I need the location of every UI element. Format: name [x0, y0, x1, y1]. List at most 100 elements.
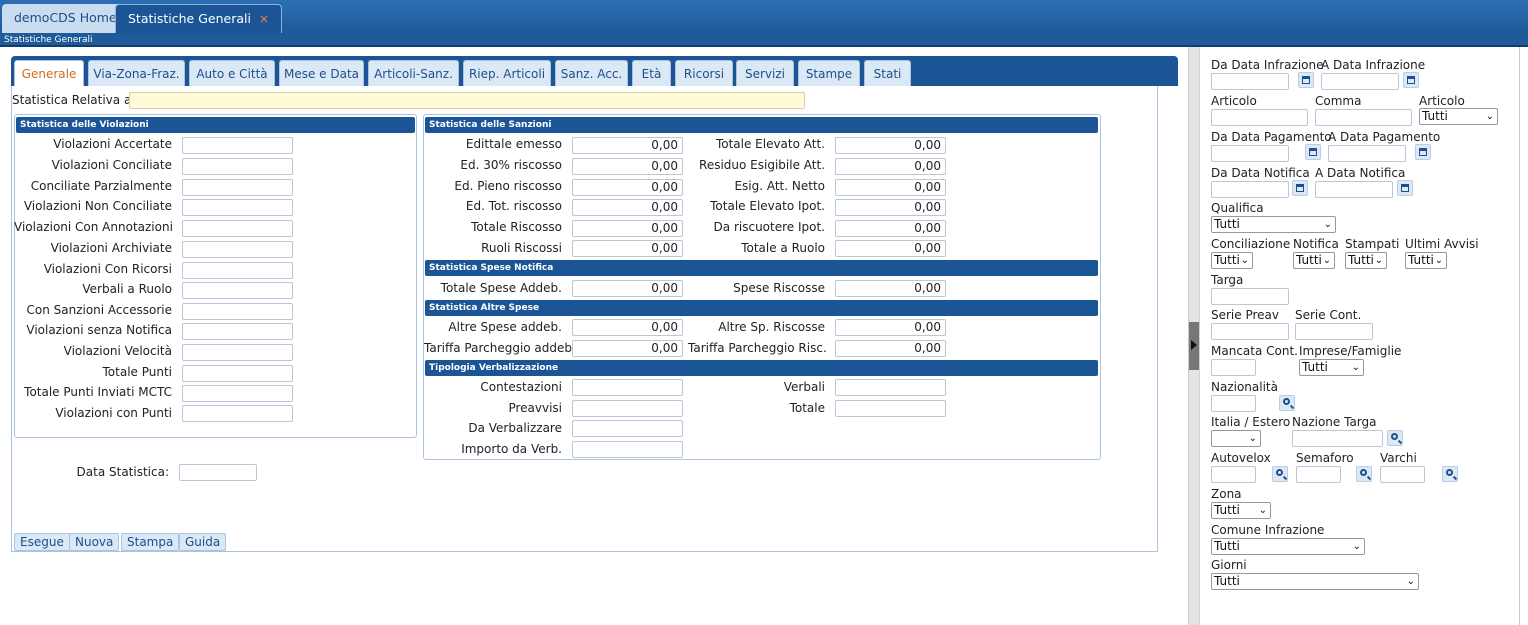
tab-generale[interactable]: Generale: [14, 60, 84, 86]
search-icon[interactable]: [1442, 466, 1458, 482]
tab-mese-e-data[interactable]: Mese e Data: [279, 60, 364, 86]
da-data-infrazione-input[interactable]: [1211, 73, 1289, 90]
sanzioni-field[interactable]: 0,00: [835, 179, 946, 196]
sanzioni-field[interactable]: 0,00: [572, 137, 683, 154]
mancata-cont-input[interactable]: [1211, 359, 1256, 376]
tab-articoli-sanz[interactable]: Articoli-Sanz.: [368, 60, 459, 86]
tab-servizi[interactable]: Servizi: [736, 60, 794, 86]
tipologia-field[interactable]: [572, 379, 683, 396]
spese-notifica-field[interactable]: 0,00: [572, 280, 683, 297]
violazioni-field[interactable]: [182, 303, 293, 320]
qualifica-select[interactable]: Tutti ⌄: [1211, 216, 1336, 233]
autovelox-input[interactable]: [1211, 466, 1256, 483]
giorni-select[interactable]: Tutti ⌄: [1211, 573, 1419, 590]
tab-stampe[interactable]: Stampe: [798, 60, 860, 86]
violazioni-field[interactable]: [182, 262, 293, 279]
expand-arrow-icon[interactable]: [1191, 340, 1197, 350]
data-statistica-field[interactable]: [179, 464, 257, 481]
stampati-select[interactable]: Tutti ⌄: [1345, 252, 1387, 269]
calendar-icon[interactable]: [1305, 144, 1321, 160]
violazioni-field[interactable]: [182, 385, 293, 402]
altre-spese-field[interactable]: 0,00: [835, 340, 946, 357]
nazionalita-input[interactable]: [1211, 395, 1256, 412]
tipologia-field[interactable]: [572, 400, 683, 417]
tab-statistiche-generali[interactable]: Statistiche Generali ×: [115, 4, 283, 33]
calendar-icon[interactable]: [1397, 180, 1413, 196]
esegue-button[interactable]: Esegue: [14, 533, 70, 551]
sanzioni-field[interactable]: 0,00: [572, 199, 683, 216]
targa-input[interactable]: [1211, 288, 1289, 305]
calendar-icon[interactable]: [1298, 72, 1314, 88]
search-icon[interactable]: [1272, 466, 1288, 482]
notifica-select[interactable]: Tutti ⌄: [1293, 252, 1335, 269]
comma-input[interactable]: [1315, 109, 1412, 126]
violazioni-field[interactable]: [182, 137, 293, 154]
a-data-notifica-input[interactable]: [1315, 181, 1393, 198]
altre-spese-field[interactable]: 0,00: [835, 319, 946, 336]
altre-spese-field[interactable]: 0,00: [572, 340, 683, 357]
italia-estero-select[interactable]: ⌄: [1211, 430, 1261, 447]
panel-splitter[interactable]: [1188, 47, 1199, 625]
da-data-pagamento-input[interactable]: [1211, 145, 1289, 162]
tipologia-field[interactable]: [835, 400, 946, 417]
violazioni-field[interactable]: [182, 179, 293, 196]
serie-preav-input[interactable]: [1211, 323, 1289, 340]
search-icon[interactable]: [1279, 395, 1295, 411]
sanzioni-field[interactable]: 0,00: [835, 137, 946, 154]
violazioni-field[interactable]: [182, 241, 293, 258]
violazioni-field[interactable]: [182, 158, 293, 175]
tab-riep-articoli[interactable]: Riep. Articoli: [463, 60, 551, 86]
tipologia-field[interactable]: [572, 420, 683, 437]
sanzioni-field[interactable]: 0,00: [835, 240, 946, 257]
ultimi-avvisi-select[interactable]: Tutti ⌄: [1405, 252, 1447, 269]
stampa-button[interactable]: Stampa: [121, 533, 180, 551]
guida-button[interactable]: Guida: [179, 533, 227, 551]
nuova-button[interactable]: Nuova: [69, 533, 120, 551]
varchi-input[interactable]: [1380, 466, 1425, 483]
a-data-infrazione-input[interactable]: [1321, 73, 1399, 90]
tab-eta[interactable]: Età: [632, 60, 671, 86]
violazioni-field[interactable]: [182, 199, 293, 216]
tab-auto-e-citta[interactable]: Auto e Città: [189, 60, 275, 86]
semaforo-input[interactable]: [1296, 466, 1341, 483]
comune-infrazione-select[interactable]: Tutti ⌄: [1211, 538, 1365, 555]
search-icon[interactable]: [1356, 466, 1372, 482]
violazioni-field[interactable]: [182, 282, 293, 299]
articolo-select[interactable]: Tutti ⌄: [1419, 108, 1498, 125]
sanzioni-field[interactable]: 0,00: [572, 220, 683, 237]
a-data-pagamento-input[interactable]: [1328, 145, 1406, 162]
conciliazione-select[interactable]: Tutti ⌄: [1211, 252, 1253, 269]
tab-stati[interactable]: Stati: [864, 60, 911, 86]
nazione-targa-input[interactable]: [1292, 430, 1383, 447]
calendar-icon[interactable]: [1292, 180, 1308, 196]
scrollbar-track[interactable]: [1519, 47, 1520, 625]
search-icon[interactable]: [1387, 430, 1403, 446]
sanzioni-field[interactable]: 0,00: [572, 240, 683, 257]
violazioni-field[interactable]: [182, 344, 293, 361]
zona-select[interactable]: Tutti ⌄: [1211, 502, 1271, 519]
violazioni-field[interactable]: [182, 405, 293, 422]
spese-riscosse-field[interactable]: 0,00: [835, 280, 946, 297]
calendar-icon[interactable]: [1403, 72, 1419, 88]
tipologia-field[interactable]: [835, 379, 946, 396]
tab-ricorsi[interactable]: Ricorsi: [675, 60, 733, 86]
violazioni-field[interactable]: [182, 365, 293, 382]
imprese-famiglie-select[interactable]: Tutti ⌄: [1299, 359, 1364, 376]
statistica-relativa-field[interactable]: [129, 92, 805, 109]
sanzioni-field[interactable]: 0,00: [835, 220, 946, 237]
sanzioni-field[interactable]: 0,00: [572, 179, 683, 196]
close-icon[interactable]: ×: [259, 12, 269, 26]
violazioni-field[interactable]: [182, 220, 293, 237]
tipologia-field[interactable]: [572, 441, 683, 458]
altre-spese-field[interactable]: 0,00: [572, 319, 683, 336]
violazioni-field[interactable]: [182, 323, 293, 340]
tab-sanz-acc[interactable]: Sanz. Acc.: [555, 60, 628, 86]
serie-cont-input[interactable]: [1295, 323, 1373, 340]
sanzioni-field[interactable]: 0,00: [835, 199, 946, 216]
calendar-icon[interactable]: [1415, 144, 1431, 160]
tab-via-zona-fraz[interactable]: Via-Zona-Fraz.: [88, 60, 185, 86]
tab-democds-home[interactable]: demoCDS Home: [2, 4, 129, 33]
da-data-notifica-input[interactable]: [1211, 181, 1289, 198]
sanzioni-field[interactable]: 0,00: [572, 158, 683, 175]
articolo-input[interactable]: [1211, 109, 1308, 126]
